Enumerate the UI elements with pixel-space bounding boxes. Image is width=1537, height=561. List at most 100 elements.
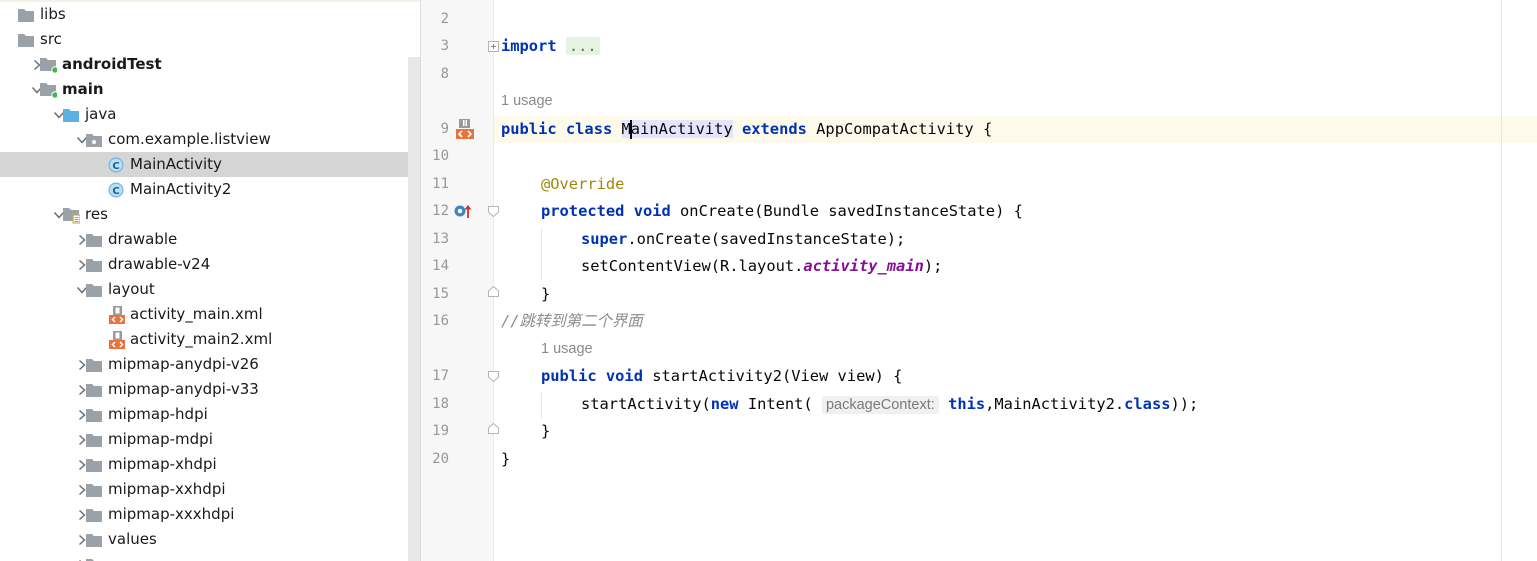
folder-icon bbox=[85, 406, 103, 424]
tree-item-label: mipmap-xxhdpi bbox=[108, 480, 226, 498]
tree-item[interactable]: drawable bbox=[0, 227, 408, 252]
layout-xml-icon bbox=[107, 330, 125, 349]
source-folder-icon bbox=[62, 106, 80, 124]
tree-scrollbar[interactable] bbox=[408, 57, 420, 561]
tree-item-label: mipmap-xxxhdpi bbox=[108, 505, 235, 523]
tree-item-label: res bbox=[85, 205, 108, 223]
tree-item-label: activity_main2.xml bbox=[130, 330, 273, 348]
tree-item-label: activity_main.xml bbox=[130, 305, 263, 323]
code-line-9[interactable]: public class MainActivity extends AppCom… bbox=[501, 116, 992, 143]
override-method-icon[interactable] bbox=[453, 202, 473, 220]
tree-item[interactable]: activity_main2.xml bbox=[0, 327, 408, 352]
line-number: 16 bbox=[432, 313, 449, 329]
line-number: 13 bbox=[432, 231, 449, 247]
folder-icon bbox=[85, 506, 103, 524]
line-number: 17 bbox=[432, 368, 449, 384]
folded-imports[interactable]: ... bbox=[565, 37, 600, 55]
tree-item[interactable]: mipmap-xxxhdpi bbox=[0, 502, 408, 527]
code-line-20[interactable]: } bbox=[501, 446, 510, 473]
svg-text:C: C bbox=[112, 186, 119, 197]
code-line-14[interactable]: setContentView(R.layout.activity_main); bbox=[581, 253, 942, 280]
code-line-11[interactable]: @Override bbox=[541, 171, 624, 198]
tree-item[interactable]: mipmap-mdpi bbox=[0, 427, 408, 452]
fold-start-icon[interactable] bbox=[488, 206, 499, 217]
tree-item-label: layout bbox=[108, 280, 155, 298]
usage-hint[interactable]: 1 usage bbox=[541, 341, 593, 357]
tree-item[interactable]: mipmap-xhdpi bbox=[0, 452, 408, 477]
code-line-3[interactable]: import ... bbox=[501, 33, 600, 60]
folder-icon bbox=[85, 556, 103, 561]
line-number: 12 bbox=[432, 203, 449, 219]
tree-item[interactable]: com.example.listview bbox=[0, 127, 408, 152]
tree-item[interactable]: values bbox=[0, 527, 408, 552]
tree-item[interactable]: mipmap-anydpi-v33 bbox=[0, 377, 408, 402]
tree-item[interactable]: libs bbox=[0, 2, 408, 27]
module-folder-icon bbox=[39, 56, 57, 74]
tree-item-label: androidTest bbox=[62, 55, 162, 73]
folder-icon bbox=[85, 456, 103, 474]
tree-item-label: mipmap-xhdpi bbox=[108, 455, 217, 473]
line-number: 20 bbox=[432, 451, 449, 467]
folder-icon bbox=[85, 431, 103, 449]
tree-item[interactable]: main bbox=[0, 77, 408, 102]
line-number: 15 bbox=[432, 286, 449, 302]
tree-item[interactable]: androidTest bbox=[0, 52, 408, 77]
fold-start-icon[interactable] bbox=[488, 371, 499, 382]
layout-related-file-icon[interactable] bbox=[454, 118, 476, 140]
fold-end-icon[interactable] bbox=[488, 423, 499, 434]
line-number: 18 bbox=[432, 396, 449, 412]
class-icon: C bbox=[107, 156, 125, 174]
folder-icon bbox=[85, 281, 103, 299]
tree-item[interactable]: activity_main.xml bbox=[0, 302, 408, 327]
keyword: import bbox=[501, 37, 557, 55]
line-number: 19 bbox=[432, 423, 449, 439]
tree-item[interactable]: layout bbox=[0, 277, 408, 302]
class-icon: C bbox=[107, 181, 125, 199]
line-number: 9 bbox=[440, 121, 449, 137]
tree-item[interactable]: mipmap-anydpi-v26 bbox=[0, 352, 408, 377]
tree-item-label: drawable-v24 bbox=[108, 255, 211, 273]
tree-item[interactable]: mipmap-xxhdpi bbox=[0, 477, 408, 502]
tree-item[interactable]: src bbox=[0, 27, 408, 52]
folder-icon bbox=[85, 481, 103, 499]
code-line-17[interactable]: public void startActivity2(View view) { bbox=[541, 363, 902, 390]
tree-item-label: values bbox=[108, 530, 157, 548]
tree-item-label: drawable bbox=[108, 230, 178, 248]
code-line-15[interactable]: } bbox=[541, 281, 550, 308]
fold-end-icon[interactable] bbox=[488, 286, 499, 297]
line-number: 3 bbox=[440, 38, 449, 54]
tree-item-label: mipmap-anydpi-v33 bbox=[108, 380, 259, 398]
code-line-13[interactable]: super.onCreate(savedInstanceState); bbox=[581, 226, 905, 253]
tree-item-label: libs bbox=[40, 5, 66, 23]
tree-item-label: MainActivity bbox=[130, 155, 222, 173]
parameter-hint: packageContext: bbox=[821, 396, 939, 414]
tree-item[interactable]: C MainActivity2 bbox=[0, 177, 408, 202]
code-line-18[interactable]: startActivity(new Intent( packageContext… bbox=[581, 391, 1198, 418]
tree-item[interactable]: C MainActivity bbox=[0, 152, 420, 177]
tree-item[interactable]: mipmap-hdpi bbox=[0, 402, 408, 427]
code-line-16[interactable]: //跳转到第二个界面 bbox=[501, 308, 643, 335]
tree-item[interactable]: res bbox=[0, 202, 408, 227]
layout-xml-icon bbox=[107, 305, 125, 324]
tree-item[interactable] bbox=[0, 552, 408, 561]
tree-item[interactable]: java bbox=[0, 102, 408, 127]
folder-icon bbox=[17, 31, 35, 49]
text-cursor bbox=[630, 120, 632, 139]
tree-item-label: mipmap-mdpi bbox=[108, 430, 213, 448]
code-line-19[interactable]: } bbox=[541, 418, 550, 445]
tree-item-label: src bbox=[40, 30, 62, 48]
code-line-12[interactable]: protected void onCreate(Bundle savedInst… bbox=[541, 198, 1023, 225]
tree-item[interactable]: drawable-v24 bbox=[0, 252, 408, 277]
folder-icon bbox=[85, 531, 103, 549]
comment: //跳转到第二个界面 bbox=[501, 312, 643, 330]
folder-icon bbox=[85, 356, 103, 374]
project-tree: libs src androidTest main java com.example.li… bbox=[0, 0, 420, 561]
line-number: 10 bbox=[432, 148, 449, 164]
line-number: 11 bbox=[432, 176, 449, 192]
line-number: 8 bbox=[440, 66, 449, 82]
fold-expand-icon[interactable] bbox=[488, 41, 499, 52]
tree-item-label: MainActivity2 bbox=[130, 180, 232, 198]
line-number: 2 bbox=[440, 11, 449, 27]
usage-hint[interactable]: 1 usage bbox=[501, 93, 553, 109]
folder-icon bbox=[17, 6, 35, 24]
